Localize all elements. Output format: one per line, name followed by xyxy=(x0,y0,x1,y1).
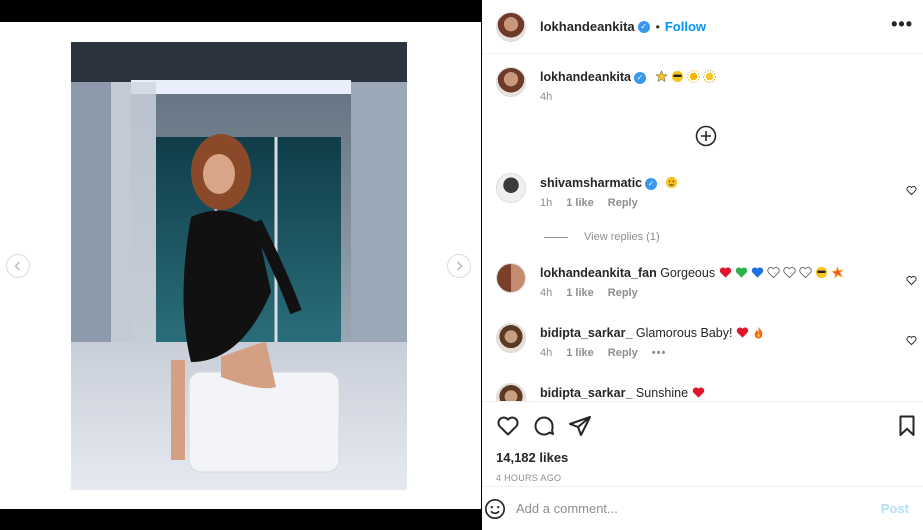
blue-heart-emoji xyxy=(751,267,763,278)
caption-time[interactable]: 4h xyxy=(540,91,552,103)
comment-item: lokhandeankita_fan Gorgeous 4h 1 like Re… xyxy=(496,263,847,299)
sun-face-emoji xyxy=(703,70,717,83)
caption-username[interactable]: lokhandeankita xyxy=(540,70,631,84)
verified-badge-icon: ✓ xyxy=(634,71,646,84)
add-comment-bar: Post xyxy=(482,486,923,530)
author-avatar[interactable] xyxy=(496,11,526,42)
post-modal: lokhandeankita ✓ • Follow ••• lokhandean… xyxy=(0,0,923,530)
sunglasses-face-emoji xyxy=(672,70,684,83)
emoji-smiley-icon[interactable] xyxy=(484,498,506,520)
commenter-avatar[interactable] xyxy=(496,383,526,401)
verified-badge-icon: ✓ xyxy=(637,20,650,33)
comment-likes[interactable]: 1 like xyxy=(566,287,594,299)
like-comment-heart-icon[interactable] xyxy=(906,275,917,286)
comment-time[interactable]: 4h xyxy=(540,347,552,359)
media-area xyxy=(0,22,481,509)
like-comment-heart-icon[interactable] xyxy=(906,335,917,346)
comments-list[interactable]: lokhandeankita ✓ 4h shivamsharmatic ✓ 1h… xyxy=(482,55,923,401)
more-options-icon[interactable]: ••• xyxy=(891,14,913,35)
comment-likes[interactable]: 1 like xyxy=(566,347,594,359)
commenter-avatar[interactable] xyxy=(496,263,526,293)
replies-divider xyxy=(544,236,568,238)
comment-options-icon[interactable]: ••• xyxy=(652,347,667,359)
view-replies-label: View replies (1) xyxy=(584,231,660,243)
red-heart-emoji xyxy=(692,387,704,398)
separator-dot: • xyxy=(655,19,660,34)
comment-text: Gorgeous xyxy=(660,266,716,280)
post-time-ago[interactable]: 4 HOURS AGO xyxy=(496,473,561,483)
heart-eyes-emoji xyxy=(665,176,677,189)
white-heart-emoji xyxy=(799,267,812,279)
like-heart-icon[interactable] xyxy=(496,414,520,438)
photo-image xyxy=(71,42,407,490)
post-photo[interactable] xyxy=(71,42,407,490)
red-heart-emoji xyxy=(719,267,731,278)
author-username[interactable]: lokhandeankita xyxy=(540,19,635,34)
share-paper-plane-icon[interactable] xyxy=(568,414,592,438)
green-heart-emoji xyxy=(735,267,747,278)
comment-time[interactable]: 4h xyxy=(540,287,552,299)
next-photo-button[interactable] xyxy=(447,254,471,278)
verified-badge-icon: ✓ xyxy=(645,177,658,190)
comment-time[interactable]: 1h xyxy=(540,197,552,209)
comment-bubble-icon[interactable] xyxy=(532,414,556,438)
comment-text: Sunshine xyxy=(635,386,689,400)
chevron-left-icon xyxy=(14,261,21,271)
caption: lokhandeankita ✓ 4h xyxy=(496,67,719,103)
comment-text: Glamorous Baby! xyxy=(635,326,733,340)
previous-photo-button[interactable] xyxy=(6,254,30,278)
load-more-comments-icon[interactable] xyxy=(695,125,717,147)
comment-username[interactable]: lokhandeankita_fan xyxy=(540,266,657,280)
chevron-right-icon xyxy=(456,261,463,271)
sunglasses-face-emoji xyxy=(815,266,827,279)
reply-button[interactable]: Reply xyxy=(608,347,638,359)
white-heart-emoji xyxy=(767,267,780,279)
caption-avatar[interactable] xyxy=(496,67,526,97)
commenter-avatar[interactable] xyxy=(496,323,526,353)
sun-emoji xyxy=(687,70,701,83)
action-bar xyxy=(482,401,923,446)
post-header: lokhandeankita ✓ • Follow ••• xyxy=(482,0,923,54)
like-comment-heart-icon[interactable] xyxy=(906,185,917,196)
comment-likes[interactable]: 1 like xyxy=(566,197,594,209)
comment-item: shivamsharmatic ✓ 1h 1 like Reply xyxy=(496,173,681,209)
fire-emoji xyxy=(754,326,763,339)
post-details-panel: lokhandeankita ✓ • Follow ••• lokhandean… xyxy=(482,0,923,530)
comment-item: bidipta_sarkar_ Sunshine xyxy=(496,383,708,401)
reply-button[interactable]: Reply xyxy=(608,287,638,299)
comment-username[interactable]: bidipta_sarkar_ xyxy=(540,326,632,340)
save-bookmark-icon[interactable] xyxy=(895,414,919,438)
post-comment-button[interactable]: Post xyxy=(881,501,909,516)
comment-username[interactable]: bidipta_sarkar_ xyxy=(540,386,632,400)
comment-item: bidipta_sarkar_ Glamorous Baby! 4h 1 lik… xyxy=(496,323,768,359)
view-replies-button[interactable]: View replies (1) xyxy=(544,231,660,243)
collision-emoji xyxy=(830,266,844,279)
white-heart-emoji xyxy=(783,267,796,279)
follow-button[interactable]: Follow xyxy=(665,19,706,34)
red-heart-emoji xyxy=(736,327,749,338)
comment-username[interactable]: shivamsharmatic xyxy=(540,176,642,190)
commenter-avatar[interactable] xyxy=(496,173,526,203)
comment-input[interactable] xyxy=(516,501,856,516)
reply-button[interactable]: Reply xyxy=(608,197,638,209)
likes-count[interactable]: 14,182 likes xyxy=(496,450,568,465)
star-emoji xyxy=(655,70,669,83)
